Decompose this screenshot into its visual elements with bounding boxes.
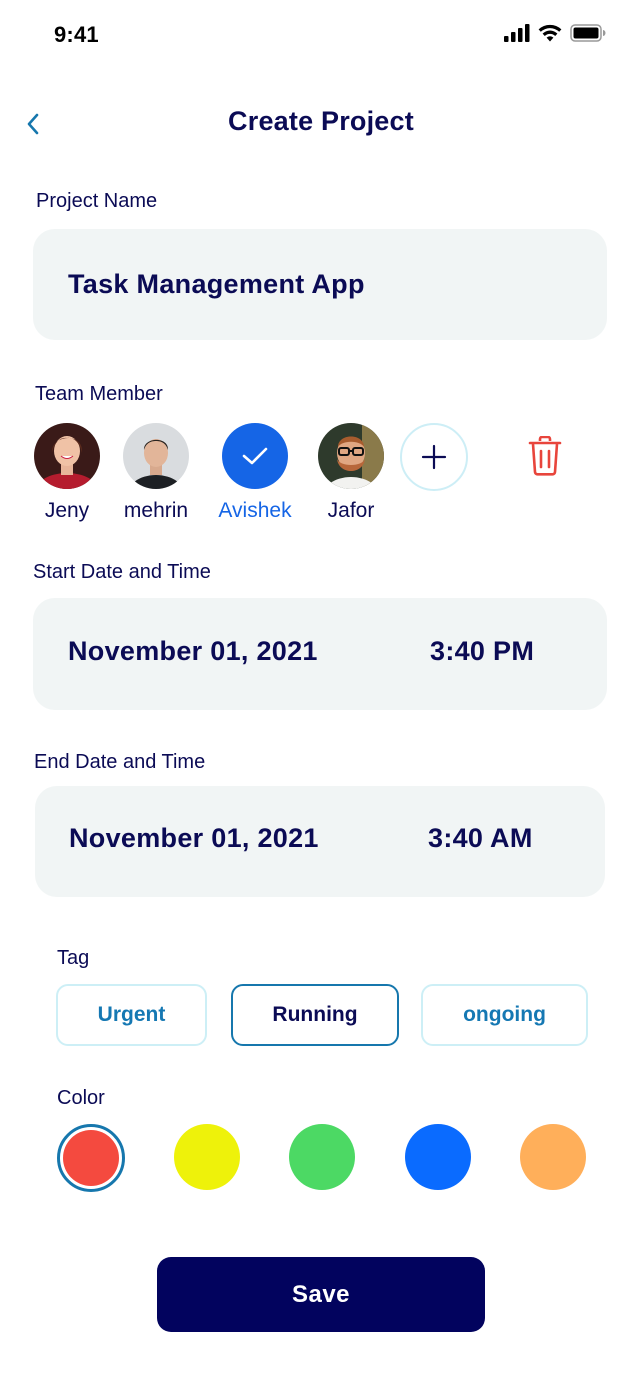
trash-icon [528,436,562,476]
start-date-value: November 01, 2021 [68,636,318,666]
tag-running[interactable]: Running [231,984,399,1046]
wifi-icon [538,24,562,42]
member-name: mehrin [123,499,189,522]
project-name-value: Task Management App [68,269,365,299]
avatar [318,423,384,489]
project-name-field[interactable]: Task Management App [33,229,607,340]
tag-label: Tag [57,947,90,969]
team-member-avishek[interactable]: Avishek [202,423,308,523]
color-swatch-blue[interactable] [405,1124,471,1190]
start-date-field[interactable]: November 01, 2021 3:40 PM [33,598,607,710]
avatar [123,423,189,489]
color-swatch-green[interactable] [289,1124,355,1190]
save-button[interactable]: Save [157,1257,485,1332]
color-label: Color [57,1087,105,1109]
tag-ongoing[interactable]: ongoing [421,984,588,1046]
delete-member-button[interactable] [527,436,563,476]
color-swatch-red[interactable] [57,1124,125,1192]
member-name: Jeny [44,499,90,522]
member-name: Jafor [327,499,375,522]
plus-icon [421,444,447,470]
team-member-jafor[interactable]: Jafor [298,423,404,523]
team-member-mehrin[interactable]: mehrin [103,423,209,523]
end-date-label: End Date and Time [34,751,206,773]
status-time: 9:41 [54,22,99,47]
end-date-field[interactable]: November 01, 2021 3:40 AM [35,786,605,897]
add-member-button[interactable] [400,423,468,491]
status-icons [504,24,606,42]
selected-avatar [222,423,288,489]
cellular-signal-icon [504,24,530,42]
project-name-label: Project Name [36,190,158,212]
color-swatch-yellow[interactable] [174,1124,240,1190]
tag-urgent[interactable]: Urgent [56,984,207,1046]
team-member-label: Team Member [35,383,163,405]
color-swatch-fill [63,1130,119,1186]
battery-icon [570,24,606,42]
member-name: Avishek [218,499,292,522]
page-title: Create Project [228,106,414,136]
start-date-label: Start Date and Time [33,561,211,583]
end-time-value: 3:40 AM [428,823,533,853]
end-date-value: November 01, 2021 [69,823,319,853]
color-swatch-orange[interactable] [520,1124,586,1190]
avatar [34,423,100,489]
checkmark-icon [242,447,268,465]
start-time-value: 3:40 PM [430,636,535,666]
